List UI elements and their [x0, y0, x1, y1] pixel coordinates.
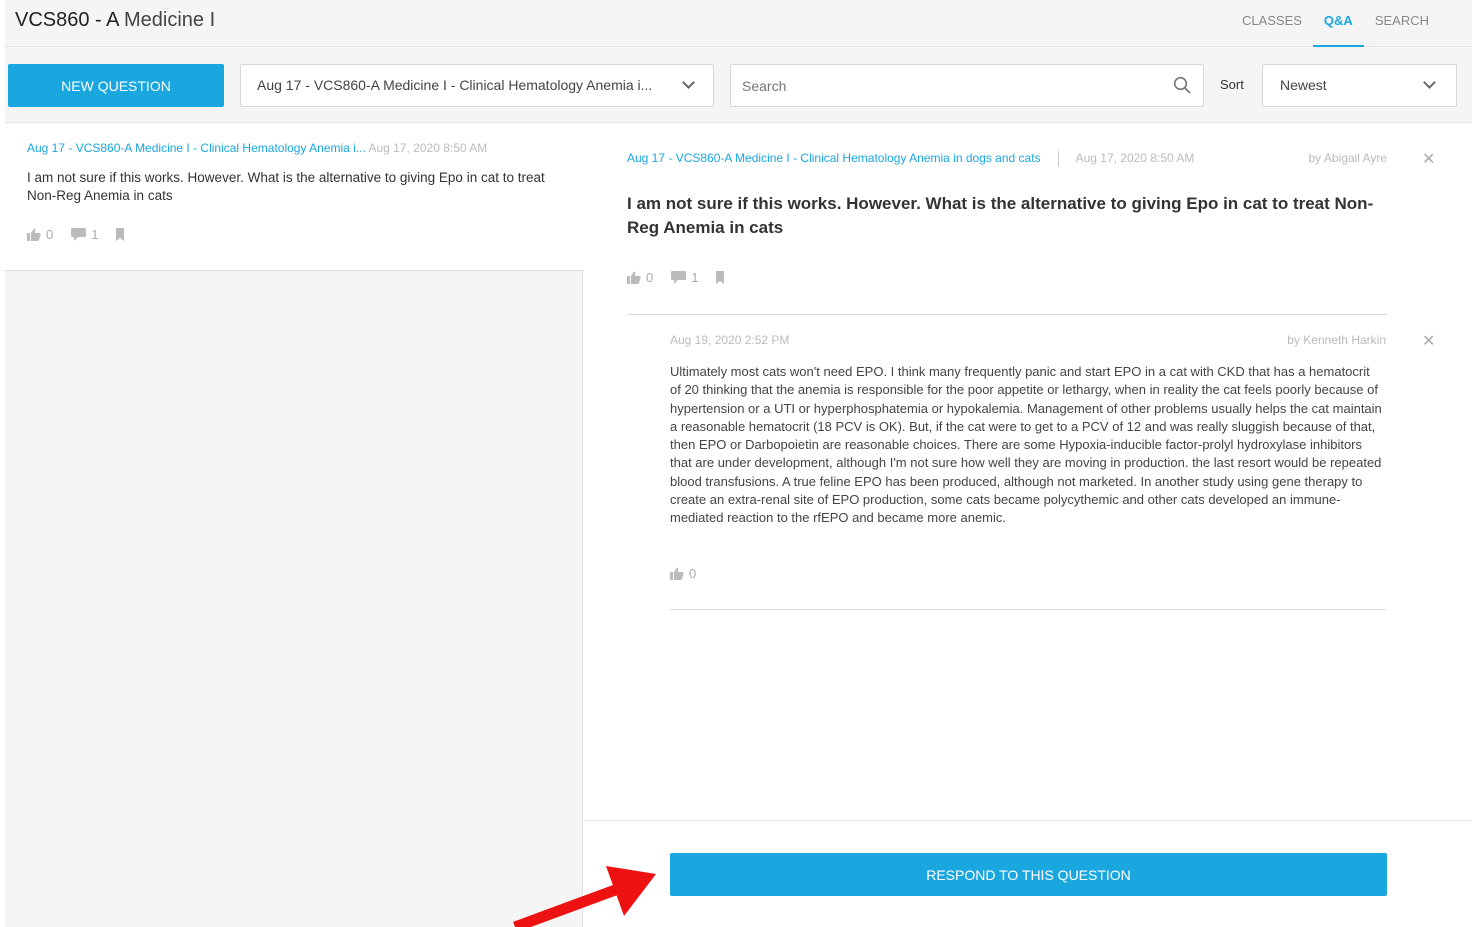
search-input[interactable] — [731, 65, 1151, 106]
question-item-stats: 0 1 — [27, 227, 147, 242]
like-count-value: 0 — [646, 270, 654, 285]
close-answer-icon[interactable]: ✕ — [1422, 331, 1435, 351]
tab-qa[interactable]: Q&A — [1312, 0, 1364, 47]
question-item-meta: Aug 17 - VCS860-A Medicine I - Clinical … — [27, 141, 557, 155]
tab-search[interactable]: SEARCH — [1364, 0, 1440, 47]
search-box — [730, 64, 1204, 107]
new-question-button[interactable]: NEW QUESTION — [8, 64, 224, 107]
chevron-down-icon — [682, 76, 695, 89]
question-item-class-link[interactable]: Aug 17 - VCS860-A Medicine I - Clinical … — [27, 141, 366, 155]
comment-count[interactable]: 1 — [671, 270, 698, 285]
comment-count-value: 1 — [91, 227, 99, 242]
search-icon[interactable] — [1173, 76, 1191, 94]
sort-dropdown[interactable]: Newest — [1262, 64, 1457, 107]
top-bar: VCS860 - A Medicine I CLASSES Q&A SEARCH — [5, 0, 1472, 47]
course-name: Medicine I — [123, 9, 216, 31]
comment-count[interactable]: 1 — [71, 227, 98, 242]
respond-footer: RESPOND TO THIS QUESTION — [584, 820, 1472, 927]
chevron-down-icon — [1423, 76, 1436, 89]
like-count[interactable]: 0 — [27, 227, 53, 242]
comment-icon — [71, 228, 87, 241]
toolbar: NEW QUESTION Aug 17 - VCS860-A Medicine … — [5, 47, 1472, 123]
comment-count-value: 1 — [691, 270, 699, 285]
tab-classes[interactable]: CLASSES — [1231, 0, 1313, 47]
divider — [670, 609, 1386, 610]
bookmark-button[interactable] — [116, 228, 129, 241]
like-count-value: 0 — [46, 227, 54, 242]
question-detail: Aug 17 - VCS860-A Medicine I - Clinical … — [584, 123, 1472, 820]
annotation-arrow-icon — [513, 866, 656, 927]
bookmark-icon — [716, 271, 725, 284]
sort-value: Newest — [1280, 77, 1327, 93]
question-detail-stats: 0 1 — [627, 270, 747, 285]
thumbs-up-icon — [670, 567, 684, 580]
question-detail-timestamp: Aug 17, 2020 8:50 AM — [1075, 151, 1195, 166]
question-list: Aug 17 - VCS860-A Medicine I - Clinical … — [5, 123, 583, 927]
meta-divider — [1057, 151, 1059, 167]
bookmark-icon — [116, 228, 125, 241]
answer-timestamp: Aug 19, 2020 2:52 PM — [670, 333, 790, 347]
like-count-value: 0 — [689, 566, 697, 581]
question-detail-author: by Abigail Ayre — [1308, 151, 1388, 165]
like-count[interactable]: 0 — [627, 270, 653, 285]
question-item-timestamp: Aug 17, 2020 8:50 AM — [368, 141, 488, 155]
comment-icon — [671, 271, 687, 284]
like-count[interactable]: 0 — [670, 566, 696, 581]
question-detail-class-link[interactable]: Aug 17 - VCS860-A Medicine I - Clinical … — [627, 151, 1041, 165]
respond-button[interactable]: RESPOND TO THIS QUESTION — [670, 853, 1387, 896]
course-code: VCS860 - A — [15, 9, 119, 31]
main-nav: CLASSES Q&A SEARCH — [1231, 0, 1440, 47]
question-detail-meta: Aug 17 - VCS860-A Medicine I - Clinical … — [627, 151, 1447, 167]
question-item-text: I am not sure if this works. However. Wh… — [27, 170, 545, 203]
answer-author: by Kenneth Harkin — [1287, 333, 1386, 347]
answer-meta: Aug 19, 2020 2:52 PM by Kenneth Harkin — [670, 333, 1386, 347]
question-list-item[interactable]: Aug 17 - VCS860-A Medicine I - Clinical … — [5, 123, 583, 271]
thumbs-up-icon — [627, 271, 641, 284]
close-question-icon[interactable]: ✕ — [1422, 149, 1435, 169]
sort-label: Sort — [1220, 77, 1244, 92]
class-filter-dropdown[interactable]: Aug 17 - VCS860-A Medicine I - Clinical … — [240, 64, 714, 107]
course-title: VCS860 - A Medicine I — [15, 9, 215, 32]
answer-body: Ultimately most cats won't need EPO. I t… — [670, 364, 1382, 526]
thumbs-up-icon — [27, 228, 41, 241]
question-detail-title: I am not sure if this works. However. Wh… — [627, 194, 1374, 237]
class-filter-value: Aug 17 - VCS860-A Medicine I - Clinical … — [257, 77, 653, 93]
answer-stats: 0 — [670, 566, 714, 581]
bookmark-button[interactable] — [716, 271, 729, 284]
divider — [627, 314, 1387, 315]
